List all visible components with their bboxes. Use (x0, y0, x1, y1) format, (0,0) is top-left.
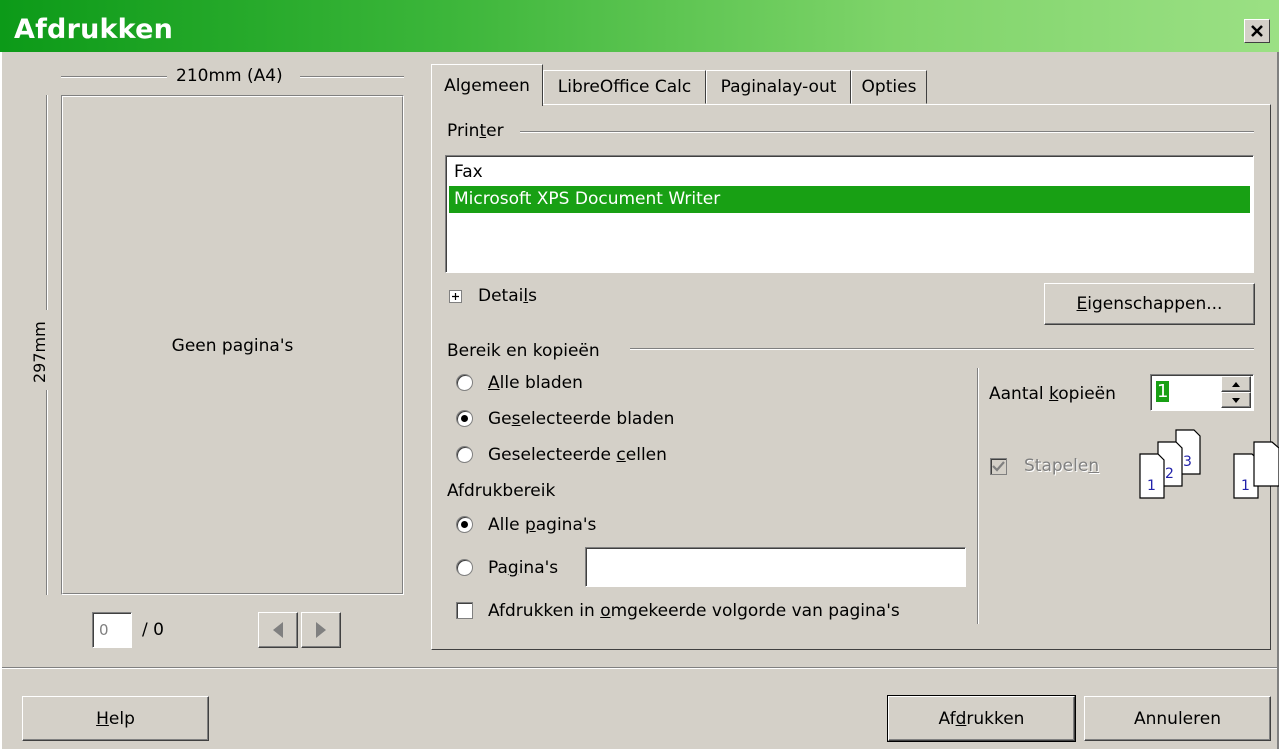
plus-icon (452, 293, 459, 300)
tab-algemeen[interactable]: Algemeen (431, 64, 543, 106)
label-geselecteerde-cellen[interactable]: Geselecteerde cellen (488, 445, 667, 465)
radio-geselecteerde-cellen[interactable] (456, 446, 473, 463)
checkmark-icon (992, 461, 1005, 472)
details-expander-icon[interactable] (449, 290, 462, 303)
label-geselecteerde-bladen[interactable]: Geselecteerde bladen (488, 409, 674, 429)
label-reverse-order[interactable]: Afdrukken in omgekeerde volgorde van pag… (488, 601, 900, 621)
preview-width-label: 210mm (A4) (176, 66, 283, 86)
triangle-right-icon (316, 622, 326, 638)
preview-empty-text: Geen pagina's (171, 336, 294, 356)
page-number: 1 (1241, 478, 1250, 494)
printer-separator (520, 131, 1254, 133)
tab-label: LibreOffice Calc (557, 77, 692, 97)
triangle-down-icon (1232, 397, 1240, 403)
tab-paginalayout[interactable]: Paginalay-out (706, 70, 851, 104)
collate-pages-icon: 3 2 1 1 (1139, 429, 1279, 499)
radio-paginas[interactable] (456, 559, 473, 576)
help-button[interactable]: Help (22, 696, 209, 741)
radio-alle-paginas[interactable] (456, 516, 473, 533)
close-button[interactable] (1244, 19, 1270, 43)
label-paginas[interactable]: Pagina's (488, 558, 558, 578)
label-alle-paginas[interactable]: Alle pagina's (488, 515, 596, 535)
next-page-button[interactable] (301, 612, 341, 648)
page-number: 3 (1183, 454, 1192, 470)
radio-alle-bladen[interactable] (456, 374, 473, 391)
tab-opties[interactable]: Opties (851, 70, 927, 104)
height-dimension-line (46, 95, 48, 310)
tab-label: Paginalay-out (720, 77, 837, 97)
page-total-label: / 0 (142, 620, 164, 640)
printer-item-xps[interactable]: Microsoft XPS Document Writer (449, 186, 1250, 213)
height-dimension-line (46, 390, 48, 595)
radio-geselecteerde-bladen[interactable] (456, 410, 473, 427)
properties-button-label: Eigenschappen... (1076, 294, 1223, 314)
width-dimension-line (300, 76, 404, 78)
printer-item-fax[interactable]: Fax (449, 159, 1250, 186)
print-button[interactable]: Afdrukken (887, 695, 1076, 742)
print-range-label: Afdrukbereik (447, 481, 556, 501)
pages-input[interactable] (585, 547, 966, 587)
preview-height-label: 297mm (30, 321, 49, 383)
copies-decrement-button[interactable] (1221, 392, 1251, 408)
cancel-button[interactable]: Annuleren (1084, 696, 1271, 741)
page-number: 1 (1147, 478, 1156, 494)
properties-button[interactable]: Eigenschappen... (1044, 283, 1255, 325)
label-alle-bladen[interactable]: Alle bladen (488, 373, 583, 393)
title-bar (0, 0, 1279, 52)
label-collate[interactable]: Stapelen (1024, 456, 1099, 476)
triangle-left-icon (273, 622, 283, 638)
checkbox-reverse-order[interactable] (456, 602, 473, 619)
previous-page-button[interactable] (258, 612, 298, 648)
page-number: 2 (1165, 466, 1174, 482)
triangle-up-icon (1232, 381, 1240, 387)
help-button-label: Help (96, 708, 135, 729)
cancel-button-label: Annuleren (1134, 708, 1221, 729)
printer-list[interactable]: Fax Microsoft XPS Document Writer (445, 155, 1254, 273)
details-label[interactable]: Details (478, 286, 537, 306)
range-legend: Bereik en kopieën (447, 341, 600, 361)
width-dimension-line (61, 76, 167, 78)
copies-increment-button[interactable] (1221, 376, 1251, 392)
page-number-input[interactable]: 0 (92, 612, 132, 648)
tab-libreoffice-calc[interactable]: LibreOffice Calc (543, 70, 706, 104)
bottom-separator (2, 667, 1277, 669)
range-separator (630, 348, 1254, 350)
copies-spinbox[interactable]: 1 (1150, 374, 1254, 411)
printer-legend: Printer (447, 121, 504, 141)
tab-label: Algemeen (444, 75, 530, 96)
window-title: Afdrukken (14, 14, 174, 45)
copies-label: Aantal kopieën (989, 384, 1116, 404)
tab-label: Opties (861, 77, 917, 97)
close-icon (1251, 25, 1263, 37)
copies-value: 1 (1156, 381, 1170, 402)
copies-divider (977, 368, 979, 624)
checkbox-collate[interactable] (990, 458, 1007, 475)
print-button-label: Afdrukken (938, 708, 1025, 729)
